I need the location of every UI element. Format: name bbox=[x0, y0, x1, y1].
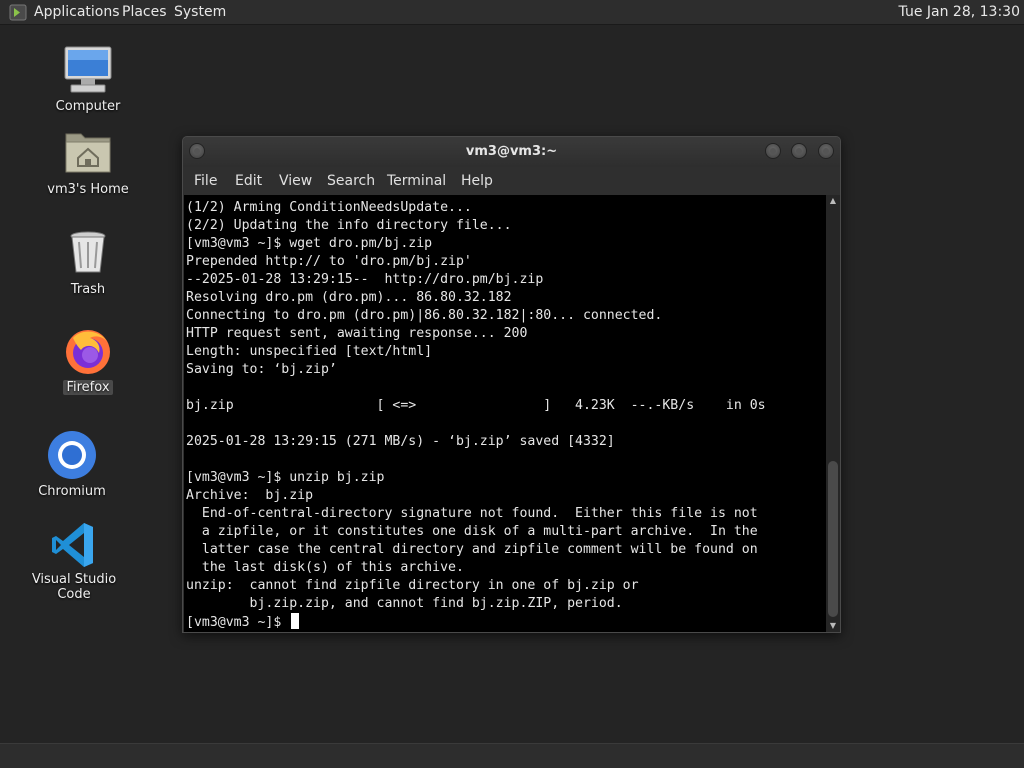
desktop-icon-label: Chromium bbox=[38, 484, 106, 499]
places-menu[interactable]: Places bbox=[122, 4, 167, 20]
trash-icon bbox=[63, 228, 113, 278]
desktop-icon-chromium[interactable]: Chromium bbox=[17, 430, 127, 499]
terminal-line: 2025-01-28 13:29:15 (271 MB/s) - ‘bj.zip… bbox=[186, 434, 615, 449]
terminal-line: Saving to: ‘bj.zip’ bbox=[186, 362, 337, 377]
terminal-cursor bbox=[291, 613, 300, 629]
terminal-line: --2025-01-28 13:29:15-- http://dro.pm/bj… bbox=[186, 272, 544, 287]
terminal-menubar: File Edit View Search Terminal Help bbox=[183, 167, 840, 195]
scroll-down-arrow-icon[interactable]: ▼ bbox=[826, 620, 840, 632]
bottom-panel bbox=[0, 743, 1024, 768]
terminal-scrollbar[interactable]: ▲ ▼ bbox=[826, 195, 840, 632]
desktop-icon-label: Computer bbox=[55, 99, 121, 114]
top-panel: Applications Places System Tue Jan 28, 1… bbox=[0, 0, 1024, 25]
vscode-icon bbox=[49, 520, 99, 570]
desktop-icon-trash[interactable]: Trash bbox=[33, 228, 143, 297]
applications-menu[interactable]: Applications bbox=[34, 4, 120, 20]
terminal-line: [vm3@vm3 ~]$ bbox=[186, 615, 290, 630]
desktop-icon-label: Visual Studio Code bbox=[31, 572, 117, 602]
applications-menu-icon[interactable] bbox=[9, 4, 27, 21]
menu-view[interactable]: View bbox=[279, 173, 312, 189]
terminal-line: latter case the central directory and zi… bbox=[186, 542, 758, 557]
terminal-line: Length: unspecified [text/html] bbox=[186, 344, 433, 359]
maximize-icon[interactable] bbox=[791, 143, 807, 159]
menu-help[interactable]: Help bbox=[461, 173, 493, 189]
terminal-line: a zipfile, or it constitutes one disk of… bbox=[186, 524, 758, 539]
terminal-output: (1/2) Arming ConditionNeedsUpdate... (2/… bbox=[186, 199, 766, 632]
terminal-output-area[interactable]: (1/2) Arming ConditionNeedsUpdate... (2/… bbox=[184, 195, 826, 632]
terminal-line: bj.zip [ <=> ] 4.23K --.-KB/s in 0s bbox=[186, 398, 766, 413]
terminal-line: Resolving dro.pm (dro.pm)... 86.80.32.18… bbox=[186, 290, 512, 305]
home-folder-icon bbox=[63, 128, 113, 178]
terminal-line: Archive: bj.zip bbox=[186, 488, 314, 503]
desktop-icon-label: Trash bbox=[70, 282, 106, 297]
desktop-icon-vscode[interactable]: Visual Studio Code bbox=[19, 520, 129, 602]
terminal-line: End-of-central-directory signature not f… bbox=[186, 506, 758, 521]
desktop-icon-label: Firefox bbox=[63, 380, 113, 395]
desktop-icon-label: vm3's Home bbox=[47, 182, 129, 197]
terminal-line: [vm3@vm3 ~]$ unzip bj.zip bbox=[186, 470, 385, 485]
firefox-icon bbox=[63, 326, 113, 376]
terminal-line: the last disk(s) of this archive. bbox=[186, 560, 464, 575]
menu-file[interactable]: File bbox=[194, 173, 217, 189]
menu-edit[interactable]: Edit bbox=[235, 173, 262, 189]
terminal-window[interactable]: vm3@vm3:~ File Edit View Search Terminal… bbox=[182, 136, 841, 633]
menu-search[interactable]: Search bbox=[327, 173, 375, 189]
chromium-icon bbox=[47, 430, 97, 480]
scrollbar-thumb[interactable] bbox=[828, 461, 838, 617]
window-titlebar[interactable]: vm3@vm3:~ bbox=[183, 137, 840, 167]
menu-terminal[interactable]: Terminal bbox=[387, 173, 446, 189]
system-menu[interactable]: System bbox=[174, 4, 226, 20]
desktop-icon-home[interactable]: vm3's Home bbox=[33, 128, 143, 197]
desktop-icon-firefox[interactable]: Firefox bbox=[33, 326, 143, 395]
scroll-up-arrow-icon[interactable]: ▲ bbox=[826, 195, 840, 207]
terminal-line: HTTP request sent, awaiting response... … bbox=[186, 326, 528, 341]
computer-icon bbox=[63, 45, 113, 95]
terminal-line: (2/2) Updating the info directory file..… bbox=[186, 218, 512, 233]
terminal-line: Prepended http:// to 'dro.pm/bj.zip' bbox=[186, 254, 472, 269]
desktop-icon-computer[interactable]: Computer bbox=[33, 45, 143, 114]
minimize-icon[interactable] bbox=[765, 143, 781, 159]
terminal-line: Connecting to dro.pm (dro.pm)|86.80.32.1… bbox=[186, 308, 663, 323]
clock[interactable]: Tue Jan 28, 13:30 bbox=[899, 4, 1020, 20]
terminal-line: [vm3@vm3 ~]$ wget dro.pm/bj.zip bbox=[186, 236, 433, 251]
close-icon[interactable] bbox=[818, 143, 834, 159]
terminal-line: bj.zip.zip, and cannot find bj.zip.ZIP, … bbox=[186, 596, 623, 611]
terminal-line: unzip: cannot find zipfile directory in … bbox=[186, 578, 639, 593]
window-title: vm3@vm3:~ bbox=[465, 144, 558, 159]
terminal-line: (1/2) Arming ConditionNeedsUpdate... bbox=[186, 200, 472, 215]
